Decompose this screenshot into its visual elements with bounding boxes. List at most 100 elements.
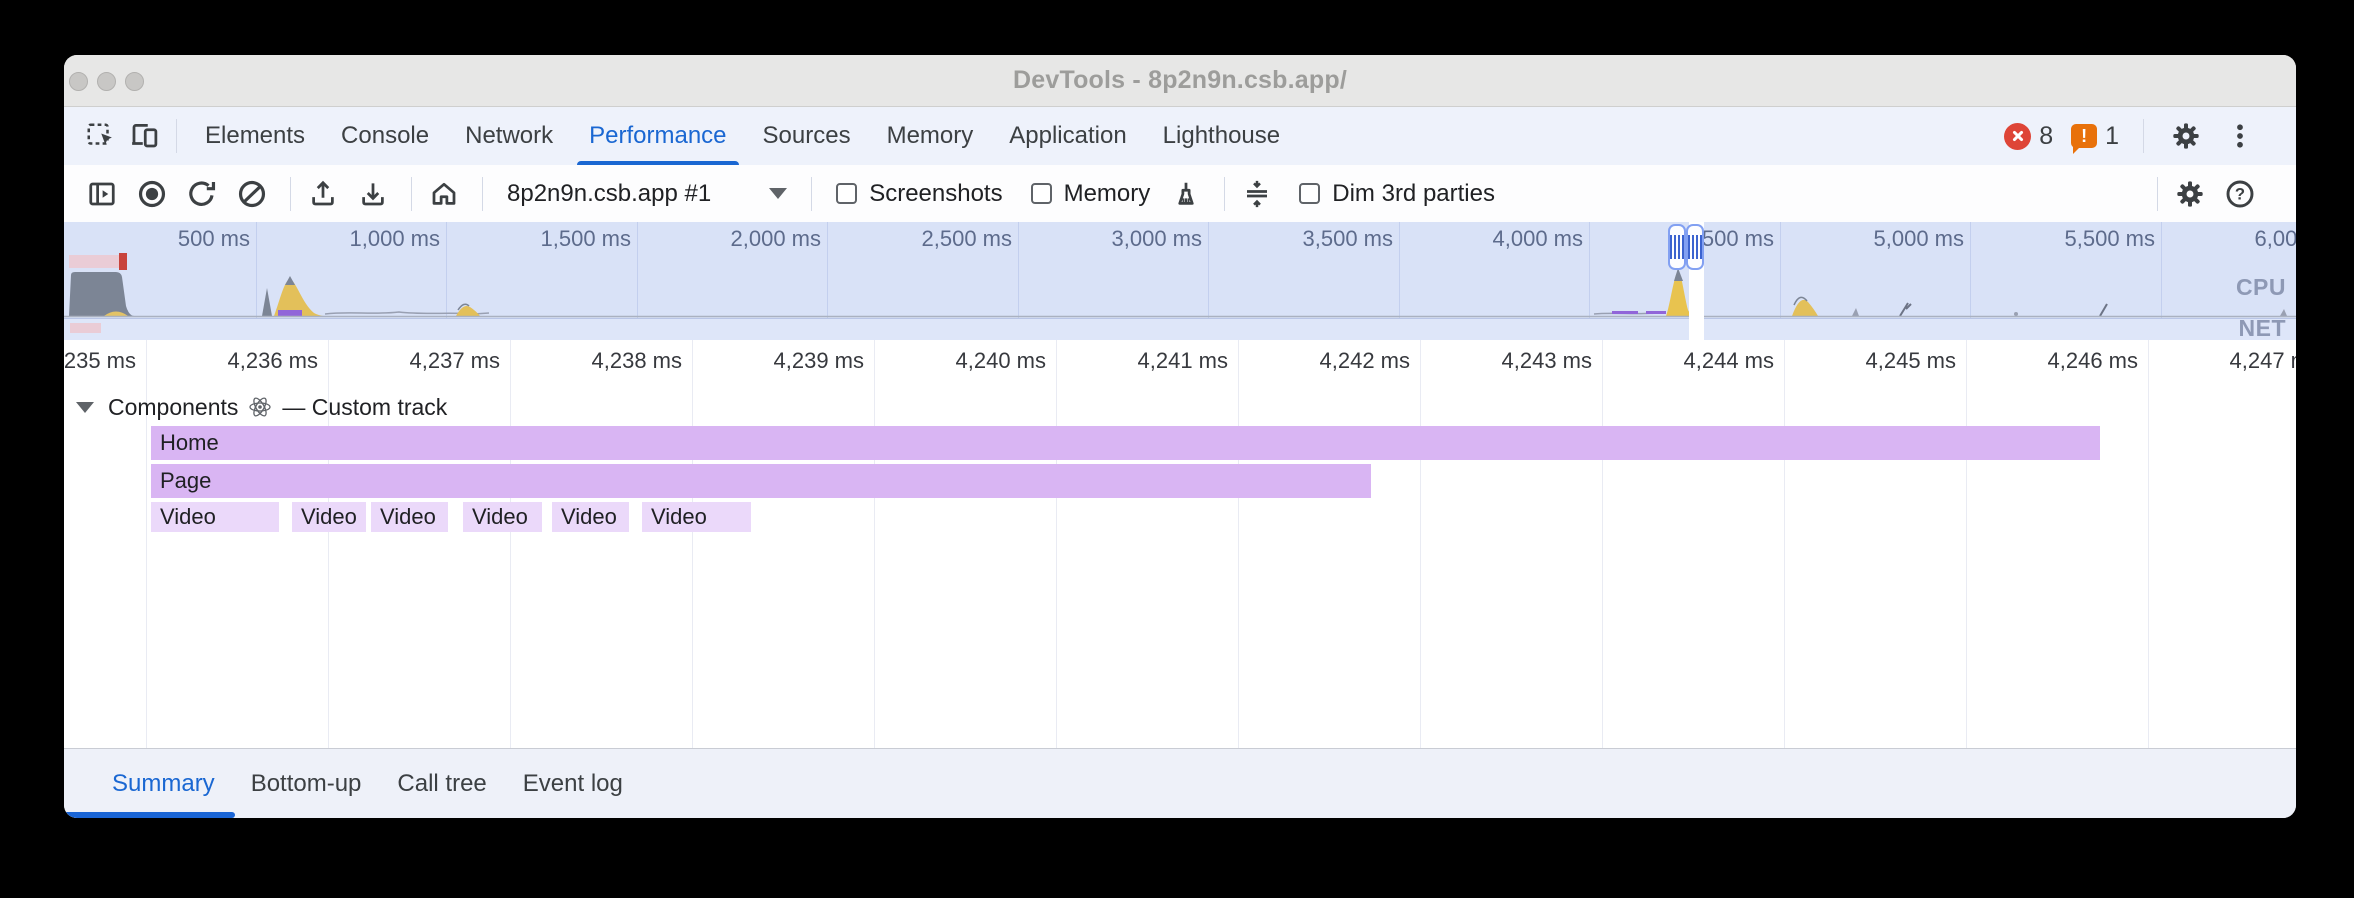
screenshots-checkbox[interactable] [836,183,857,204]
kebab-menu-icon [2225,121,2255,151]
video-track-bar[interactable]: Video [151,502,279,532]
track-bar-label: Video [292,504,357,530]
warning-count: 1 [2105,122,2119,151]
home-button[interactable] [422,172,466,216]
window-title: DevTools - 8p2n9n.csb.app/ [64,66,2296,95]
toolbar-divider [482,177,483,211]
timeline-gridline [874,340,875,748]
timeline-gridline [1784,340,1785,748]
history-select[interactable]: 8p2n9n.csb.app #1 [493,180,801,208]
download-icon [358,179,388,209]
memory-checkbox[interactable] [1031,183,1052,204]
collapse-vertical-icon [1242,179,1272,209]
timeline-gridline [1602,340,1603,748]
track-bar-label: Page [151,468,211,494]
record-icon [136,178,168,210]
devtools-menu-button[interactable] [2218,114,2262,158]
timeline-tick-label: 4,243 ms [1432,348,1592,374]
minimize-window-button[interactable] [97,72,116,91]
collapse-flame-button[interactable] [1235,172,1279,216]
collapse-track-icon[interactable] [76,402,94,413]
error-icon [2004,123,2031,150]
timeline-gridline [692,340,693,748]
inspect-element-button[interactable] [78,114,122,158]
react-atom-icon [248,395,272,419]
timeline-tick-label: 4,246 ms [1978,348,2138,374]
timeline-tick-label: 4,235 ms [64,348,136,374]
record-button[interactable] [130,172,174,216]
devtools-settings-button[interactable] [2164,114,2208,158]
tab-memory[interactable]: Memory [869,107,992,165]
active-tab-underline [64,812,235,818]
show-live-metrics-button[interactable] [80,172,124,216]
devtools-tabs: ElementsConsoleNetworkPerformanceSources… [187,107,1298,165]
home-track-bar[interactable]: Home [151,426,2100,460]
timeline-gridline [510,340,511,748]
block-icon [236,178,268,210]
details-tab-bottom-up[interactable]: Bottom-up [233,749,380,818]
details-tabs: SummaryBottom-upCall treeEvent log [94,749,641,818]
chevron-down-icon [769,188,787,199]
toolbar-divider [1224,177,1225,211]
dim-3rd-parties-label: Dim 3rd parties [1332,180,1495,208]
timeline-tick-label: 4,239 ms [704,348,864,374]
toolbar-divider [811,177,812,211]
window-titlebar: DevTools - 8p2n9n.csb.app/ [64,55,2296,107]
tab-console[interactable]: Console [323,107,447,165]
zoom-window-button[interactable] [125,72,144,91]
video-track-bar[interactable]: Video [552,502,629,532]
tab-network[interactable]: Network [447,107,571,165]
selection-handle-right[interactable] [1686,224,1704,270]
video-track-bar[interactable]: Video [463,502,542,532]
track-bar-label: Video [552,504,617,530]
gear-icon [2174,178,2206,210]
details-tab-call-tree[interactable]: Call tree [379,749,504,818]
tab-elements[interactable]: Elements [187,107,323,165]
tab-application[interactable]: Application [991,107,1144,165]
toggle-device-toolbar-button[interactable] [122,114,166,158]
screenshots-label: Screenshots [869,180,1002,208]
tabbar-divider [2143,119,2144,153]
track-bar-label: Video [463,504,528,530]
dim-3rd-parties-toggle[interactable]: Dim 3rd parties [1285,180,1509,208]
timeline-tick-label: 4,242 ms [1250,348,1410,374]
net-lane-label: NET [2239,315,2287,340]
timeline-main-view[interactable]: 4,235 ms4,236 ms4,237 ms4,238 ms4,239 ms… [64,340,2296,748]
close-window-button[interactable] [69,72,88,91]
tab-lighthouse[interactable]: Lighthouse [1145,107,1298,165]
toolbar-divider [411,177,412,211]
collect-garbage-button[interactable] [1164,172,1208,216]
capture-settings-button[interactable] [2168,172,2212,216]
sidebar-panel-icon [87,179,117,209]
record-and-reload-button[interactable] [180,172,224,216]
timeline-overview[interactable]: 500 ms1,000 ms1,500 ms2,000 ms2,500 ms3,… [64,222,2296,340]
gear-icon [2170,120,2202,152]
feedback-help-button[interactable]: ? [2218,172,2262,216]
timeline-tick-label: 4,237 ms [340,348,500,374]
home-icon [429,179,459,209]
svg-text:?: ? [2235,184,2245,203]
load-profile-button[interactable] [301,172,345,216]
performance-toolbar: 8p2n9n.csb.app #1 Screenshots Memory [64,165,2296,222]
dim-3rd-parties-checkbox[interactable] [1299,183,1320,204]
cpu-activity-chart [64,222,2296,340]
clear-recording-button[interactable] [230,172,274,216]
details-tab-event-log[interactable]: Event log [505,749,641,818]
video-track-bar[interactable]: Video [642,502,751,532]
track-bar-label: Home [151,430,219,456]
video-track-bar[interactable]: Video [292,502,366,532]
screenshots-toggle[interactable]: Screenshots [822,180,1016,208]
reload-icon [186,178,218,210]
details-tab-summary[interactable]: Summary [94,749,233,818]
page-track-bar[interactable]: Page [151,464,1371,498]
devtools-tabbar: ElementsConsoleNetworkPerformanceSources… [64,107,2296,165]
video-track-bar[interactable]: Video [371,502,448,532]
console-warnings-badge[interactable]: ! 1 [2067,122,2123,151]
tab-sources[interactable]: Sources [745,107,869,165]
selection-handle-left[interactable] [1668,224,1686,270]
components-track-header[interactable]: Components — Custom track [76,392,447,422]
tab-performance[interactable]: Performance [571,107,744,165]
save-profile-button[interactable] [351,172,395,216]
memory-toggle[interactable]: Memory [1017,180,1165,208]
console-errors-badge[interactable]: 8 [2000,122,2057,151]
